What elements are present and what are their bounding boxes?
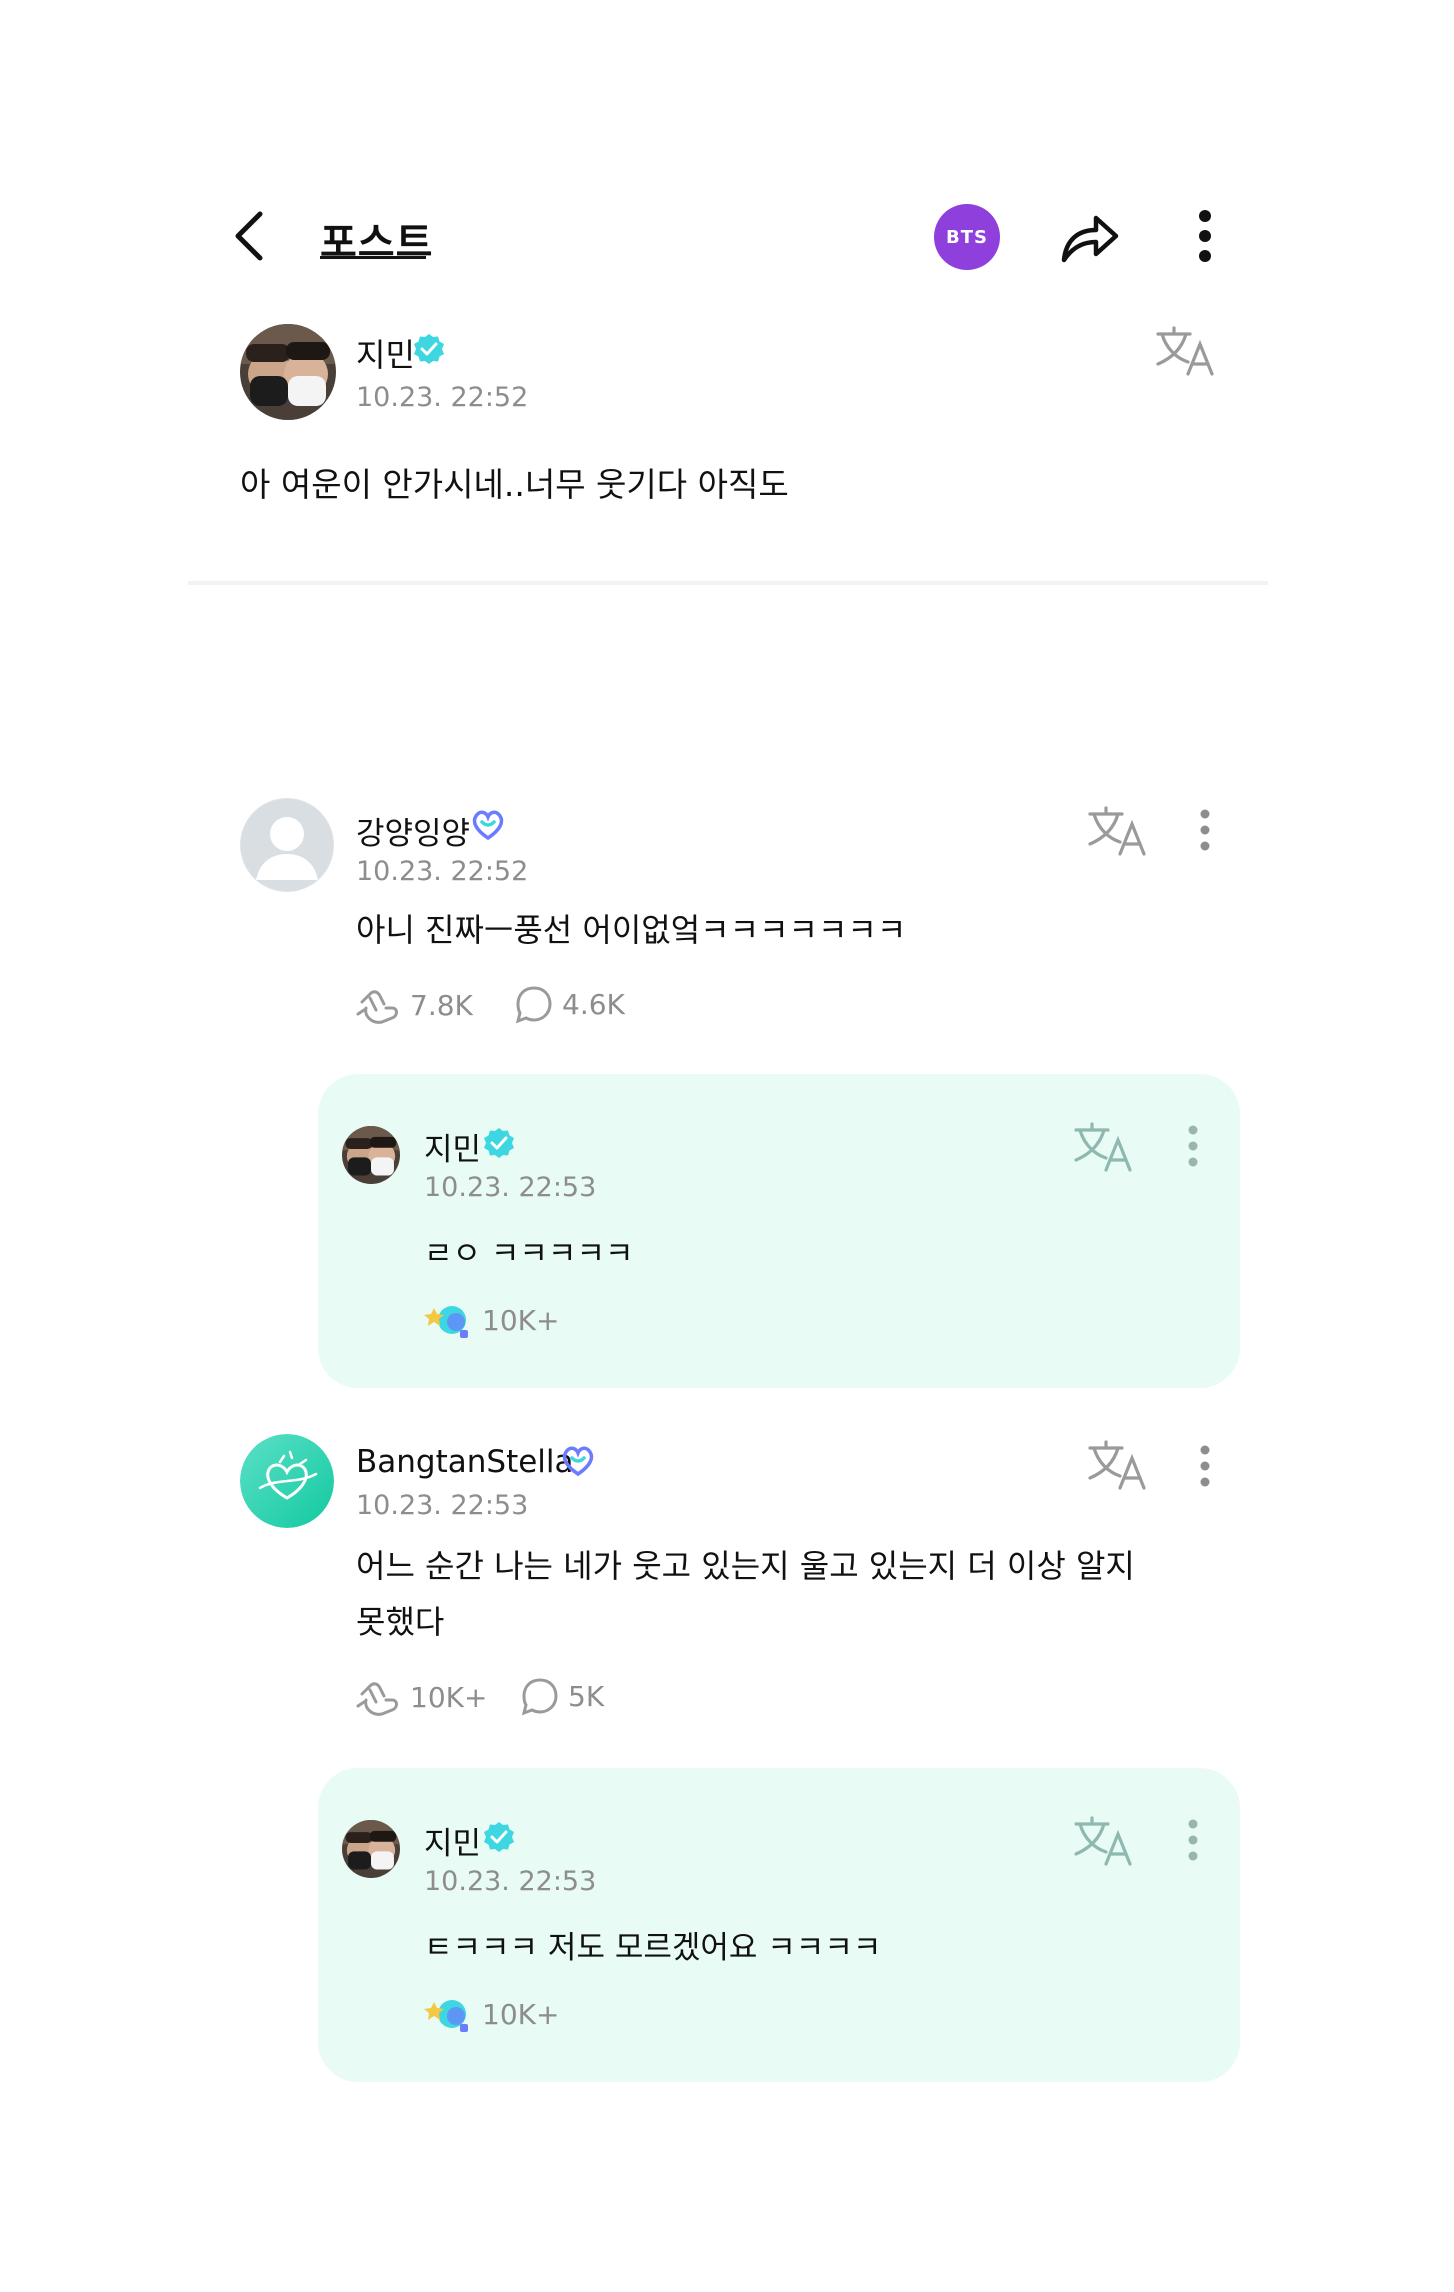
translate-icon[interactable] bbox=[1086, 1440, 1148, 1492]
artist-like-count[interactable]: 10K+ bbox=[424, 1994, 559, 2034]
reply-count[interactable]: 5K bbox=[520, 1676, 604, 1716]
avatar[interactable] bbox=[240, 324, 336, 420]
comment-body-line-1: 어느 순간 나는 네가 웃고 있는지 울고 있는지 더 이상 알지 bbox=[356, 1547, 1135, 1585]
artist-like-icon bbox=[424, 1306, 468, 1338]
post-timestamp: 10.23. 22:52 bbox=[356, 382, 529, 413]
comment-author-name[interactable]: 강양잉양 bbox=[356, 808, 470, 853]
fan-heart-icon bbox=[472, 810, 504, 841]
verified-icon bbox=[484, 1822, 514, 1852]
post-body: 아 여운이 안가시네..너무 웃기다 아직도 bbox=[240, 465, 789, 504]
back-arrow-icon[interactable] bbox=[228, 208, 268, 264]
comment-body: 아니 진짜ㅡ풍선 어이없엌ㅋㅋㅋㅋㅋㅋㅋ bbox=[356, 911, 907, 949]
reply-timestamp: 10.23. 22:53 bbox=[424, 1866, 597, 1897]
more-icon[interactable] bbox=[1198, 1444, 1212, 1488]
verified-icon bbox=[414, 334, 444, 364]
translate-icon[interactable] bbox=[1072, 1122, 1134, 1174]
artist-like-count[interactable]: 10K+ bbox=[424, 1300, 559, 1340]
like-icon bbox=[356, 1682, 398, 1716]
artist-like-label: 10K+ bbox=[482, 1303, 560, 1337]
reply-author-name[interactable]: 지민 bbox=[424, 1818, 481, 1863]
share-icon[interactable] bbox=[1058, 206, 1122, 266]
post-author-name[interactable]: 지민 bbox=[356, 330, 415, 376]
reply-count[interactable]: 4.6K bbox=[514, 984, 625, 1024]
artist-like-icon bbox=[424, 2000, 468, 2032]
reply-timestamp: 10.23. 22:53 bbox=[424, 1172, 597, 1203]
like-count[interactable]: 7.8K bbox=[356, 984, 473, 1026]
page-title: 포스트 bbox=[320, 220, 434, 266]
reply-body: ㄹㅇ ㅋㅋㅋㅋㅋ bbox=[424, 1236, 634, 1272]
comment-icon bbox=[515, 986, 552, 1024]
bts-community-badge[interactable]: BTS bbox=[934, 204, 1000, 270]
avatar[interactable] bbox=[342, 1126, 400, 1184]
like-icon bbox=[356, 990, 398, 1024]
comment-body-line-2: 못했다 bbox=[356, 1603, 445, 1641]
reply-count-label: 4.6K bbox=[562, 987, 625, 1021]
like-count[interactable]: 10K+ bbox=[356, 1676, 487, 1718]
comment-author-name[interactable]: BangtanStella bbox=[356, 1444, 574, 1480]
more-icon[interactable] bbox=[1186, 1818, 1200, 1862]
artist-like-label: 10K+ bbox=[482, 1997, 560, 2031]
default-avatar-icon[interactable] bbox=[240, 798, 334, 892]
reply-body: ㅌㅋㅋㅋ 저도 모르겠어요 ㅋㅋㅋㅋ bbox=[424, 1930, 882, 1966]
more-icon[interactable] bbox=[1196, 208, 1214, 264]
like-count-label: 10K+ bbox=[410, 1680, 488, 1714]
translate-icon[interactable] bbox=[1072, 1816, 1134, 1868]
avatar[interactable] bbox=[240, 1434, 334, 1528]
avatar[interactable] bbox=[342, 1820, 400, 1878]
translate-icon[interactable] bbox=[1154, 326, 1216, 378]
reply-author-name[interactable]: 지민 bbox=[424, 1124, 481, 1169]
more-icon[interactable] bbox=[1186, 1124, 1200, 1168]
more-icon[interactable] bbox=[1198, 808, 1212, 852]
comment-timestamp: 10.23. 22:52 bbox=[356, 856, 529, 887]
title-underline bbox=[320, 256, 426, 259]
comment-timestamp: 10.23. 22:53 bbox=[356, 1490, 529, 1521]
translate-icon[interactable] bbox=[1086, 806, 1148, 858]
verified-icon bbox=[484, 1128, 514, 1158]
divider bbox=[188, 581, 1268, 585]
comment-icon bbox=[521, 1678, 558, 1716]
like-count-label: 7.8K bbox=[410, 988, 473, 1022]
reply-count-label: 5K bbox=[568, 1679, 605, 1713]
fan-heart-icon bbox=[562, 1446, 594, 1477]
